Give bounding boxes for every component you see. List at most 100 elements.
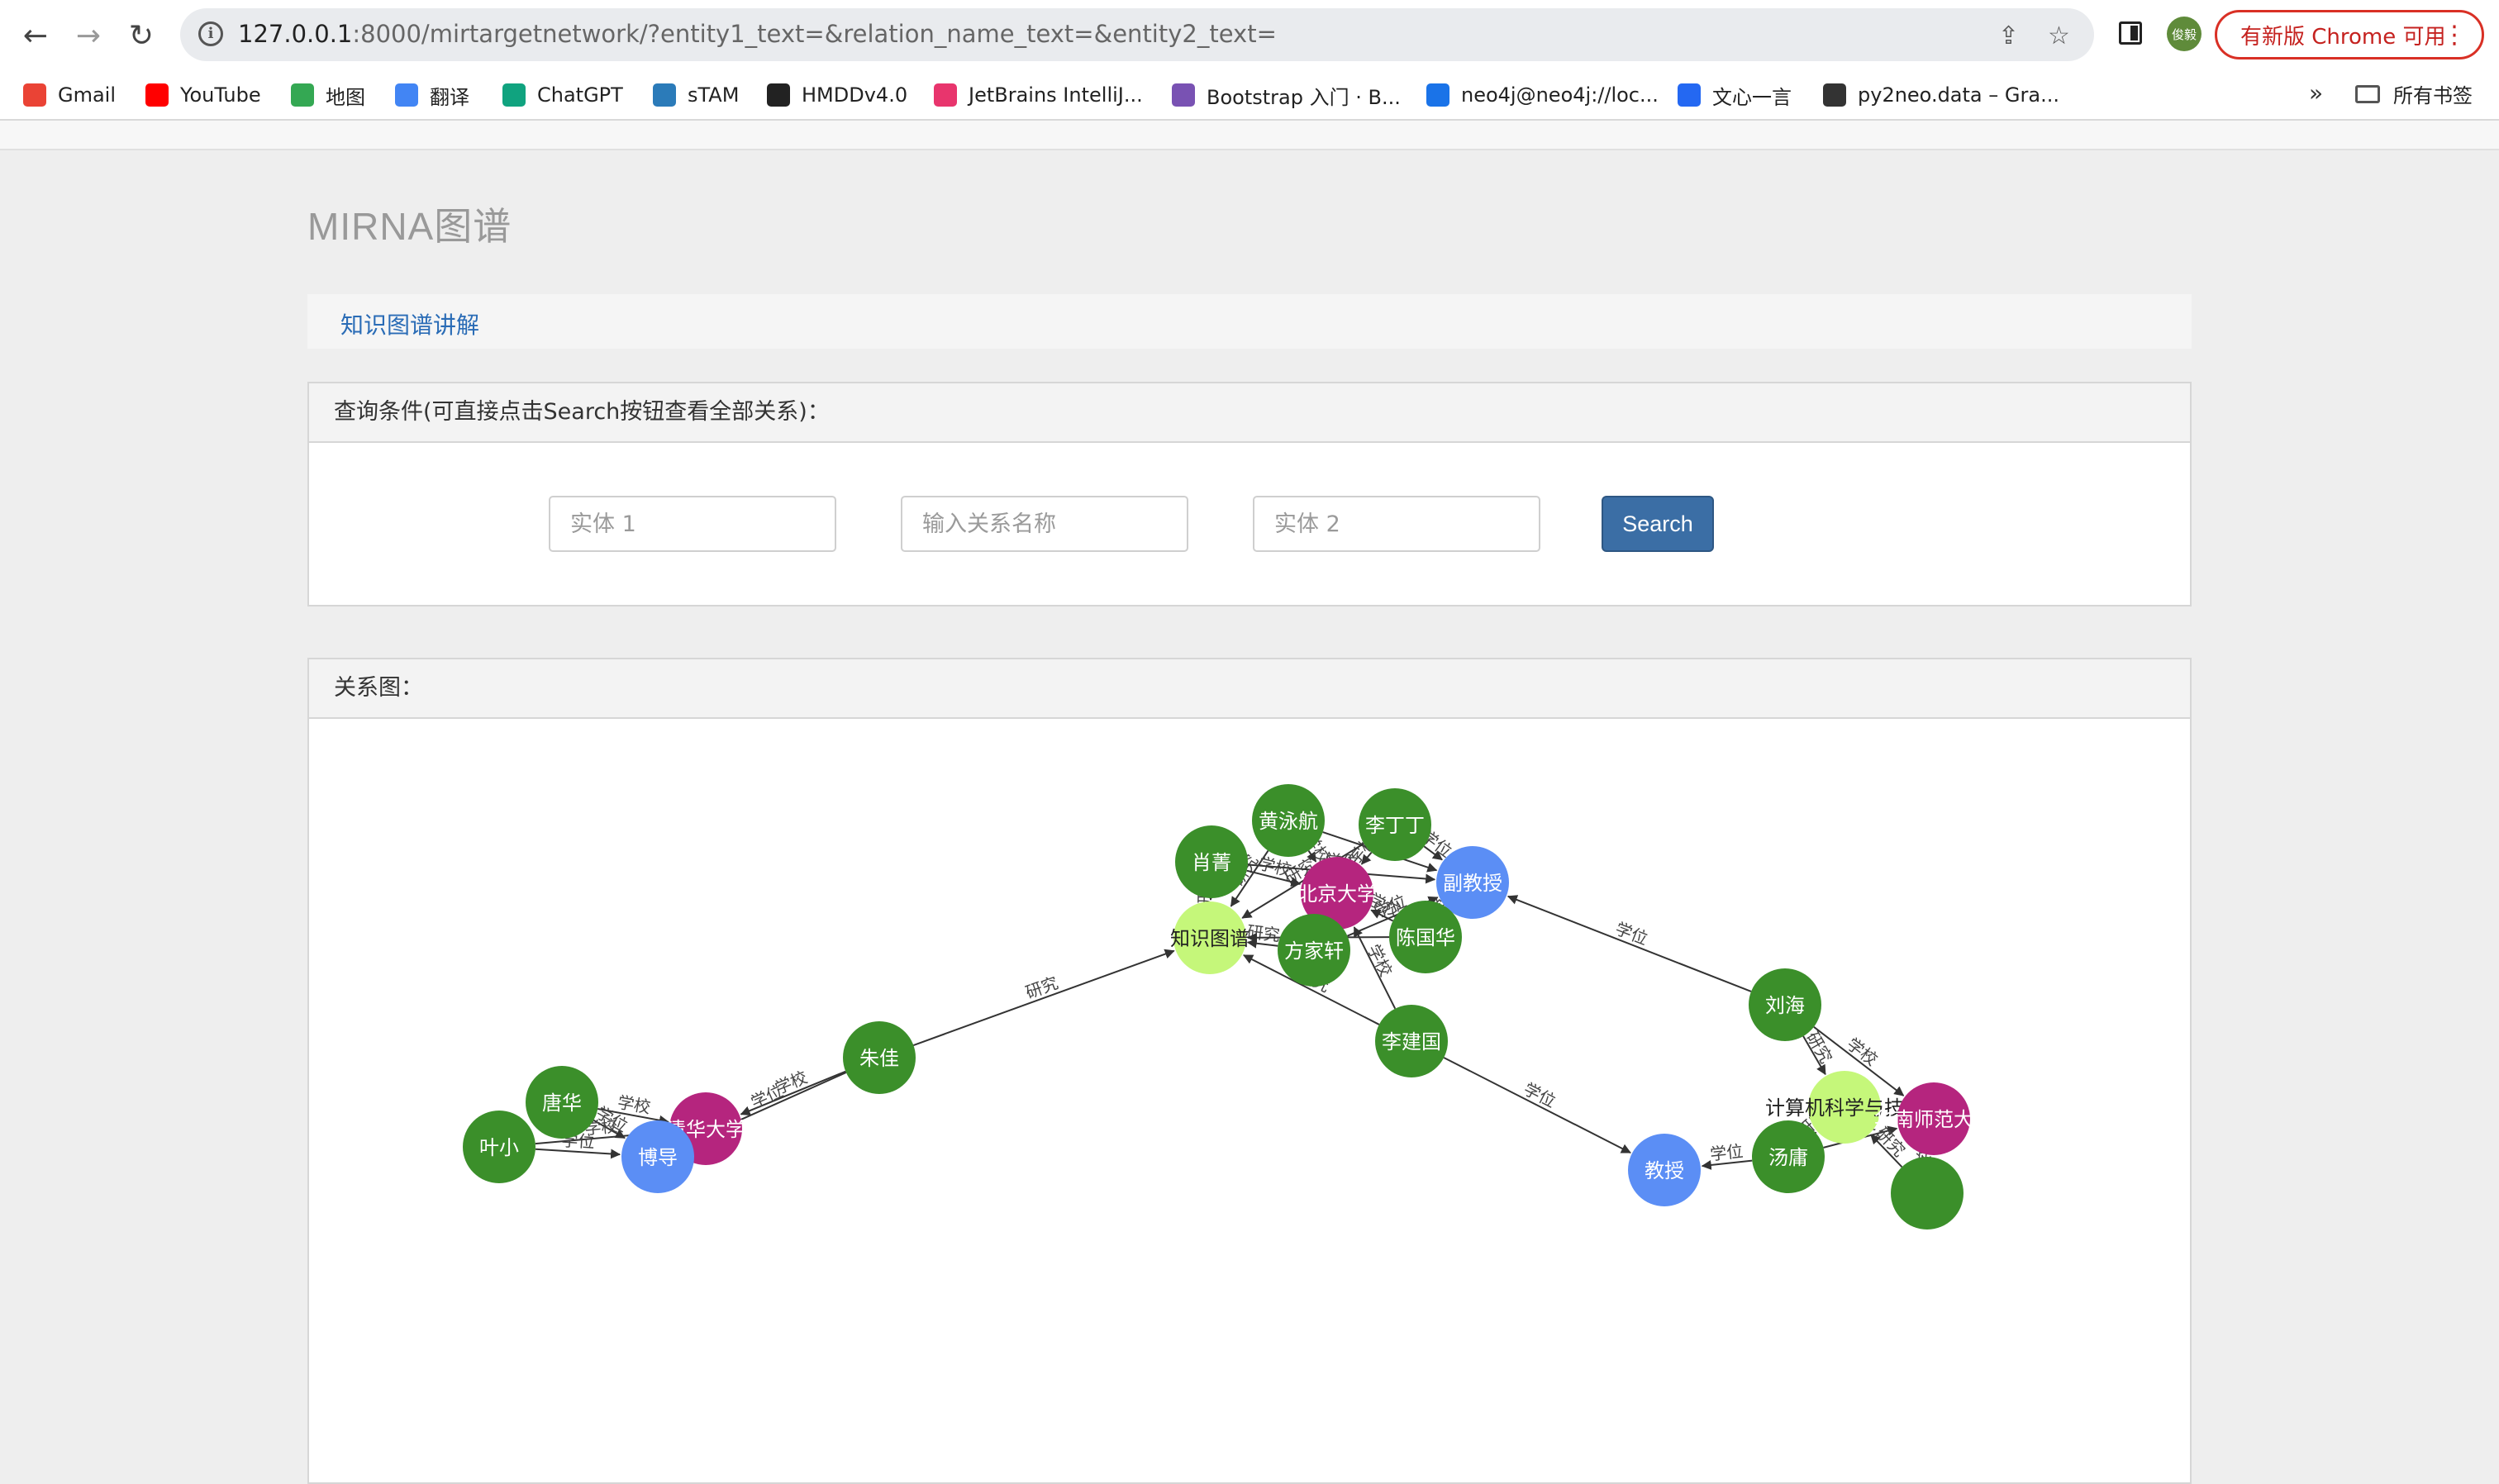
bookmark-item[interactable]: sTAM xyxy=(653,79,739,111)
translate-icon xyxy=(395,83,418,107)
node-label: 朱佳 xyxy=(859,1047,899,1070)
entity2-input[interactable] xyxy=(1253,496,1540,552)
edge-label: 研究 xyxy=(1023,973,1061,1002)
node-label: 方家轩 xyxy=(1284,939,1344,963)
address-bar[interactable]: i 127.0.0.1:8000/mirtargetnetwork/?entit… xyxy=(180,8,2094,61)
graph-node-person[interactable]: 叶小 xyxy=(463,1111,536,1183)
url-host: 127.0.0.1 xyxy=(238,20,352,48)
side-panel-icon[interactable] xyxy=(2119,21,2142,45)
relation-edge[interactable] xyxy=(1508,897,1751,992)
graph-node-person[interactable]: 李建国 xyxy=(1375,1005,1448,1077)
bookmark-label: 文心一言 xyxy=(1712,81,1792,110)
node-circle[interactable] xyxy=(1891,1157,1963,1230)
bookmark-item[interactable]: JetBrains IntelliJ... xyxy=(934,79,1143,111)
share-icon[interactable]: ⇪ xyxy=(1998,21,2019,50)
bookmarks-bar: Gmail YouTube 地图 翻译 ChatGPT sTAM HMDDv4.0 JetBr… xyxy=(0,71,2499,121)
graph-node-title[interactable]: 博导 xyxy=(621,1120,694,1193)
graph-node-person[interactable]: 唐华 xyxy=(526,1066,598,1139)
relation-edge[interactable] xyxy=(913,951,1173,1045)
back-arrow-icon[interactable]: ← xyxy=(15,15,56,56)
bookmark-label: 翻译 xyxy=(430,81,469,110)
browser-toolbar: ← → ↻ i 127.0.0.1:8000/mirtargetnetwork/… xyxy=(0,0,2499,71)
site-info-icon[interactable]: i xyxy=(198,21,223,46)
node-label: 汤庸 xyxy=(1768,1146,1808,1169)
graph-node-person[interactable] xyxy=(1891,1157,1963,1230)
node-label: 李丁丁 xyxy=(1365,814,1425,837)
node-label: 副教授 xyxy=(1443,872,1502,895)
graph-node-topic[interactable]: 知识图谱 xyxy=(1170,901,1250,974)
graph-node-person[interactable]: 汤庸 xyxy=(1752,1120,1825,1193)
graph-node-person[interactable]: 方家轩 xyxy=(1278,914,1350,987)
bookmark-star-icon[interactable]: ☆ xyxy=(2048,21,2070,50)
bookmark-label: py2neo.data – Gra... xyxy=(1858,83,2059,107)
graph-node-person[interactable]: 黄泳航 xyxy=(1252,784,1325,857)
bookmark-item[interactable]: Bootstrap 入门 · B... xyxy=(1172,79,1401,111)
bookmark-label: sTAM xyxy=(688,83,739,107)
chrome-update-button[interactable]: 有新版 Chrome 可用 ⋮ xyxy=(2215,10,2484,59)
bookmark-item[interactable]: ChatGPT xyxy=(502,79,623,111)
relation-graph[interactable]: 学校学位研究学校学位研究学校学位研究学校学位研究学校学位研究学位研究学校研究学校… xyxy=(309,717,2190,1484)
graph-node-person[interactable]: 朱佳 xyxy=(843,1021,916,1094)
globe-icon xyxy=(767,83,790,107)
wenxin-icon xyxy=(1678,83,1701,107)
bookmark-item[interactable]: HMDDv4.0 xyxy=(767,79,907,111)
relation-name-input[interactable] xyxy=(901,496,1188,552)
bookmark-label: JetBrains IntelliJ... xyxy=(969,83,1143,107)
graph-node-person[interactable]: 肖菁 xyxy=(1175,825,1248,898)
url-text[interactable]: 127.0.0.1:8000/mirtargetnetwork/?entity1… xyxy=(238,20,1277,48)
maps-icon xyxy=(291,83,314,107)
bookmark-item[interactable]: neo4j@neo4j://loc... xyxy=(1426,79,1659,111)
bookmark-label: YouTube xyxy=(180,83,261,107)
node-label: 陈国华 xyxy=(1396,926,1455,949)
graph-node-person[interactable]: 刘海 xyxy=(1749,968,1821,1041)
bookmark-label: ChatGPT xyxy=(537,83,623,107)
node-label: 北京大学 xyxy=(1297,882,1377,906)
bookmark-item[interactable]: YouTube xyxy=(145,79,261,111)
node-label: 唐华 xyxy=(542,1092,582,1115)
node-label: 李建国 xyxy=(1382,1030,1441,1054)
bookmark-label: Bootstrap 入门 · B... xyxy=(1207,81,1401,110)
query-panel-heading: 查询条件(可直接点击Search按钮查看全部关系)： xyxy=(309,383,2190,443)
reload-icon[interactable]: ↻ xyxy=(121,15,162,56)
bookmark-item[interactable]: 文心一言 xyxy=(1678,79,1792,111)
node-label: 黄泳航 xyxy=(1259,810,1318,833)
relation-edge[interactable] xyxy=(1444,1058,1630,1153)
node-label: 叶小 xyxy=(479,1136,519,1159)
bootstrap-icon xyxy=(1172,83,1195,107)
folder-icon xyxy=(2355,85,2380,103)
py2neo-icon xyxy=(1823,83,1846,107)
bookmarks-overflow-button[interactable]: » xyxy=(2309,79,2323,107)
profile-avatar[interactable]: 俊毅 xyxy=(2167,17,2202,51)
search-button[interactable]: Search xyxy=(1602,496,1714,552)
bookmark-label: neo4j@neo4j://loc... xyxy=(1461,83,1659,107)
graph-node-title[interactable]: 教授 xyxy=(1628,1134,1701,1206)
graph-panel: 关系图： 学校学位研究学校学位研究学校学位研究学校学位研究学校学位研究学位研究学… xyxy=(307,658,2192,1484)
bookmark-item[interactable]: Gmail xyxy=(23,79,116,111)
edge-label: 学位 xyxy=(1709,1141,1744,1164)
node-label: 知识图谱 xyxy=(1170,927,1250,950)
forward-arrow-icon[interactable]: → xyxy=(68,15,109,56)
youtube-icon xyxy=(145,83,169,107)
node-label: 华南师范大学 xyxy=(1874,1108,1993,1131)
edge-label: 研究 xyxy=(1246,921,1282,945)
update-label: 有新版 Chrome 可用 xyxy=(2240,20,2446,50)
bookmark-label: 地图 xyxy=(326,81,365,110)
graph-node-person[interactable]: 李丁丁 xyxy=(1359,788,1431,861)
bookmark-item[interactable]: 翻译 xyxy=(395,79,469,111)
all-bookmarks-button[interactable]: 所有书签 xyxy=(2355,79,2473,108)
page-title: MIRNA图谱 xyxy=(307,197,512,251)
entity1-input[interactable] xyxy=(549,496,836,552)
menu-dots-icon[interactable]: ⋮ xyxy=(2442,21,2467,50)
terminal-icon xyxy=(1426,83,1449,107)
query-panel: 查询条件(可直接点击Search按钮查看全部关系)： Search xyxy=(307,382,2192,606)
gmail-icon xyxy=(23,83,46,107)
tab-kg-explanation[interactable]: 知识图谱讲解 xyxy=(340,307,479,340)
graph-node-person[interactable]: 陈国华 xyxy=(1389,901,1462,973)
jetbrains-icon xyxy=(934,83,957,107)
stam-icon xyxy=(653,83,676,107)
bookmark-label: Gmail xyxy=(58,83,116,107)
bookmark-item[interactable]: py2neo.data – Gra... xyxy=(1823,79,2059,111)
node-label: 肖菁 xyxy=(1192,851,1231,874)
bookmark-label: HMDDv4.0 xyxy=(802,83,907,107)
bookmark-item[interactable]: 地图 xyxy=(291,79,365,111)
